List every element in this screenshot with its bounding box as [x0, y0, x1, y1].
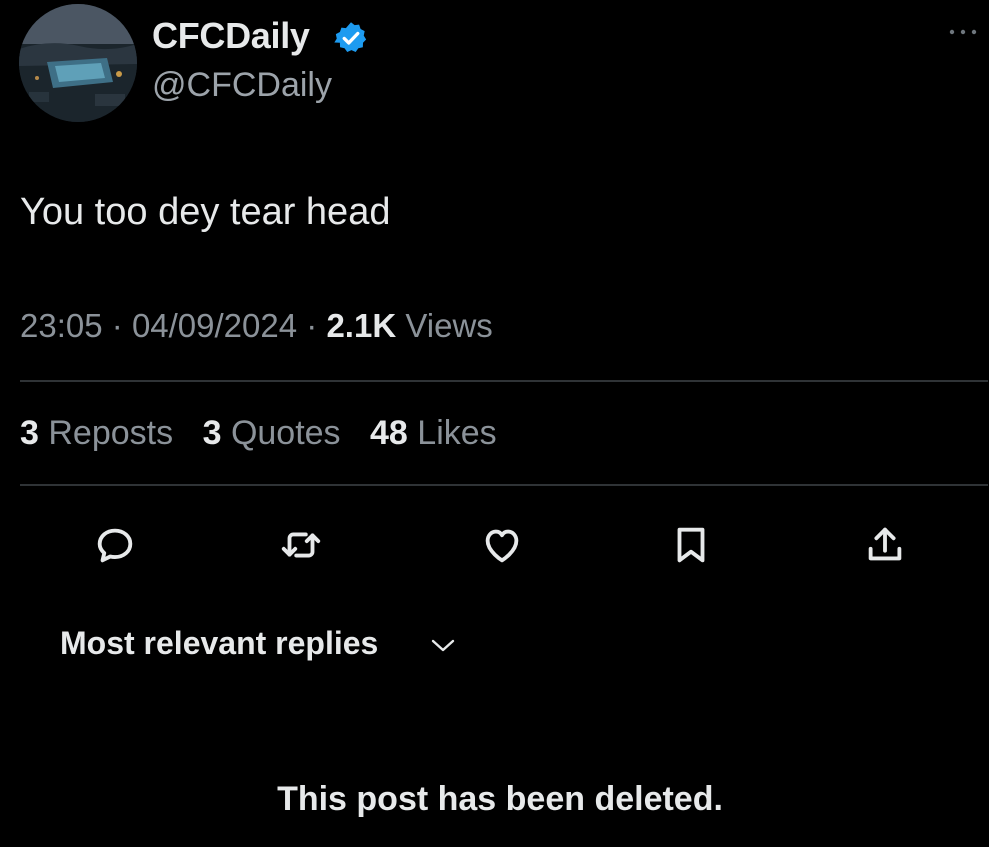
share-icon	[868, 527, 902, 561]
post-detail: CFCDaily @CFCDaily You too dey tear head…	[0, 0, 989, 847]
reply-button[interactable]	[92, 522, 138, 568]
author-handle[interactable]: @CFCDaily	[152, 66, 332, 105]
reposts-label: Reposts	[48, 414, 174, 452]
quotes-count: 3	[202, 414, 222, 452]
divider	[20, 380, 988, 382]
verified-badge-icon	[334, 22, 367, 52]
reposts-count: 3	[20, 414, 39, 452]
author-avatar[interactable]	[19, 4, 137, 122]
heart-icon	[485, 529, 519, 563]
quotes-stat[interactable]: 3 Quotes	[203, 414, 341, 452]
like-button[interactable]	[479, 522, 525, 568]
post-meta: 23:05 · 04/09/2024 · 2.1K Views	[20, 307, 493, 345]
repost-icon	[281, 532, 321, 558]
bookmark-icon	[677, 527, 705, 563]
stadium-aerial-avatar-icon	[19, 4, 137, 122]
divider	[20, 484, 988, 486]
chevron-down-icon[interactable]	[430, 638, 456, 654]
meta-separator: ·	[111, 307, 132, 344]
likes-stat[interactable]: 48 Likes	[370, 414, 497, 452]
quotes-label: Quotes	[230, 414, 341, 452]
reposts-stat[interactable]: 3 Reposts	[20, 414, 173, 452]
deleted-post-notice: This post has been deleted.	[277, 780, 723, 818]
share-button[interactable]	[862, 522, 908, 568]
post-date[interactable]: 04/09/2024	[132, 307, 297, 344]
meta-separator: ·	[306, 307, 327, 344]
likes-label: Likes	[417, 414, 497, 452]
more-options-icon[interactable]	[946, 25, 980, 39]
engagement-stats: 3 Reposts 3 Quotes 48 Likes	[20, 414, 517, 453]
repost-button[interactable]	[278, 522, 324, 568]
bookmark-button[interactable]	[668, 522, 714, 568]
reply-icon	[97, 528, 133, 563]
views-count: 2.1K	[326, 307, 397, 344]
likes-count: 48	[370, 414, 408, 452]
replies-sort-dropdown[interactable]: Most relevant replies	[60, 625, 378, 662]
author-display-name[interactable]: CFCDaily	[152, 15, 310, 57]
post-time[interactable]: 23:05	[20, 307, 103, 344]
views-label: Views	[405, 307, 493, 344]
post-text: You too dey tear head	[20, 191, 391, 233]
